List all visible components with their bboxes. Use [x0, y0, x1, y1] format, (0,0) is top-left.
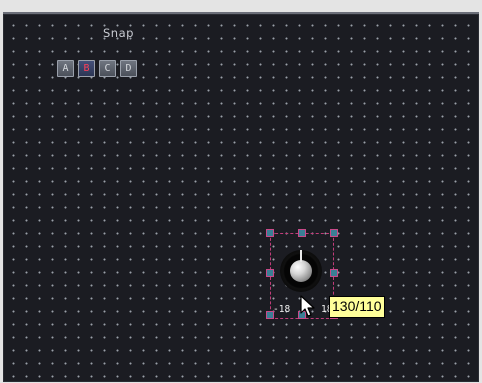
snap-control: Snap A B C D	[57, 26, 189, 82]
value-tooltip: 130/110	[329, 296, 385, 318]
knob-cap	[290, 260, 312, 282]
snap-buttons: A B C D	[57, 60, 137, 77]
snap-button-b[interactable]: B	[78, 60, 95, 77]
snap-button-d[interactable]: D	[120, 60, 137, 77]
resize-handle-top[interactable]	[298, 229, 306, 237]
arrow-cursor-icon	[300, 295, 315, 317]
resize-handle-right[interactable]	[330, 269, 338, 277]
resize-handle-top-right[interactable]	[330, 229, 338, 237]
rotary-knob[interactable]	[280, 250, 322, 292]
resize-handle-left[interactable]	[266, 269, 274, 277]
snap-label: Snap	[103, 26, 134, 40]
knob-min-label: -18	[273, 304, 291, 315]
knob-pointer	[300, 250, 302, 262]
resize-handle-top-left[interactable]	[266, 229, 274, 237]
snap-button-a[interactable]: A	[57, 60, 74, 77]
design-canvas[interactable]: Snap A B C D -18 18	[3, 12, 479, 382]
snap-button-c[interactable]: C	[99, 60, 116, 77]
